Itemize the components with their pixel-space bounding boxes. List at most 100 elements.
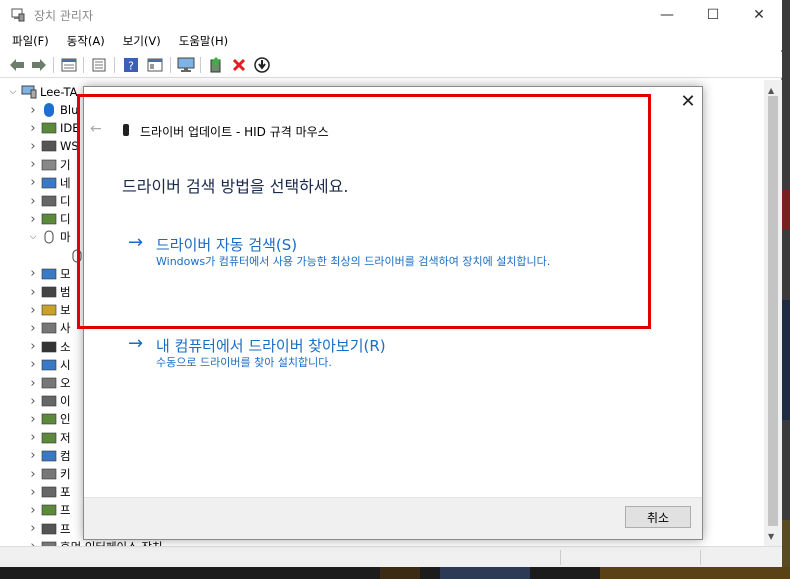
tree-item[interactable]: › 사 [28, 319, 70, 337]
expand-arrow-icon[interactable]: › [28, 448, 38, 463]
menu-file[interactable]: 파일(F) [0, 30, 55, 50]
collapse-arrow-icon[interactable]: ⌵ [28, 232, 38, 242]
expand-arrow-icon[interactable]: › [28, 503, 38, 518]
tree-item[interactable]: › Blu [28, 101, 78, 119]
expand-arrow-icon[interactable]: › [28, 285, 38, 300]
cancel-button[interactable]: 취소 [625, 506, 691, 528]
expand-arrow-icon[interactable]: › [28, 157, 38, 172]
mouse-icon [44, 230, 54, 244]
uninstall-button[interactable] [230, 56, 248, 74]
tree-item[interactable]: › 컴 [28, 447, 70, 465]
tree-item-label: IDE [60, 121, 80, 136]
tree-item[interactable]: › 프 [28, 520, 70, 538]
back-button[interactable] [8, 56, 26, 74]
expand-arrow-icon[interactable]: › [28, 539, 38, 546]
tree-item-label: 네 [60, 175, 71, 190]
window-title: 장치 관리자 [34, 9, 94, 23]
view-button[interactable] [146, 56, 164, 74]
expand-arrow-icon[interactable]: › [28, 175, 38, 190]
keyboard-icon [41, 468, 57, 480]
tree-root-label: Lee-TA [40, 85, 78, 99]
tree-item[interactable]: › 소 [28, 338, 70, 356]
scroll-down-icon[interactable]: ▼ [768, 532, 774, 541]
expand-arrow-icon[interactable]: › [28, 394, 38, 409]
toolbar: ? [0, 52, 782, 78]
tree-item[interactable]: › 디 [28, 210, 70, 228]
tree-root[interactable]: ⌵ Lee-TA [8, 83, 78, 101]
expand-arrow-icon[interactable]: › [28, 376, 38, 391]
monitor-icon [41, 268, 57, 280]
bluetooth-icon [44, 103, 54, 117]
close-button[interactable]: ✕ [736, 0, 782, 30]
expand-arrow-icon[interactable]: › [28, 357, 38, 372]
tree-item[interactable]: › IDE [28, 119, 80, 137]
expand-arrow-icon[interactable]: › [28, 430, 38, 445]
expand-arrow-icon[interactable]: › [28, 412, 38, 427]
expand-arrow-icon[interactable]: › [28, 212, 38, 227]
tree-item[interactable]: › 키 [28, 465, 70, 483]
expand-arrow-icon[interactable]: › [28, 521, 38, 536]
security-device-icon [41, 304, 57, 316]
scroll-thumb[interactable] [768, 96, 778, 526]
expand-arrow-icon[interactable]: › [28, 321, 38, 336]
dialog-close-button[interactable]: ✕ [678, 93, 698, 113]
expand-arrow-icon[interactable]: › [28, 467, 38, 482]
auto-search-label[interactable]: 드라이버 자동 검색(S) [156, 234, 297, 255]
properties-button[interactable] [60, 56, 78, 74]
tree-item[interactable]: › 시 [28, 356, 71, 374]
tree-item[interactable]: › 모 [28, 265, 70, 283]
unknown-device-icon [41, 159, 57, 170]
device-manager-icon [11, 8, 25, 22]
collapse-arrow-icon[interactable]: ⌵ [8, 87, 18, 97]
tree-item[interactable]: › 저 [28, 429, 71, 447]
svg-text:?: ? [128, 60, 134, 73]
window-view-icon [147, 58, 163, 72]
browse-computer-label[interactable]: 내 컴퓨터에서 드라이버 찾아보기(R) [156, 335, 386, 356]
update-driver-icon [210, 57, 221, 73]
disk-drive-icon [41, 195, 57, 207]
minimize-button[interactable]: — [644, 0, 690, 30]
tree-item[interactable]: › 이 [28, 392, 70, 410]
menu-bar: 파일(F) 동작(A) 보기(V) 도움말(H) [0, 30, 782, 50]
tree-item-label: 범 [60, 285, 71, 299]
disable-device-button[interactable] [253, 56, 271, 74]
tree-item[interactable]: › 네 [28, 174, 71, 192]
menu-action[interactable]: 동작(A) [55, 30, 111, 50]
tree-item[interactable]: › 인 [28, 410, 71, 428]
vertical-scrollbar[interactable]: ▲ ▼ [764, 80, 782, 546]
menu-view[interactable]: 보기(V) [111, 30, 167, 50]
tree-item-label: 인 [60, 412, 71, 427]
tree-item[interactable]: › 범 [28, 283, 71, 301]
menu-help[interactable]: 도움말(H) [167, 30, 234, 50]
tree-item[interactable]: › WS [28, 137, 78, 155]
title-bar[interactable]: 장치 관리자 — ☐ ✕ [0, 0, 782, 30]
help-button[interactable]: ? [122, 56, 140, 74]
list-view-button[interactable] [90, 56, 108, 74]
tree-item[interactable]: › 보 [28, 301, 70, 319]
expand-arrow-icon[interactable]: › [28, 121, 38, 136]
expand-arrow-icon[interactable]: › [28, 194, 38, 209]
maximize-button[interactable]: ☐ [690, 0, 736, 30]
tree-item[interactable]: › 기 [28, 156, 70, 174]
update-driver-button[interactable] [207, 56, 225, 74]
expand-arrow-icon[interactable]: › [28, 339, 38, 354]
tree-item-label: 저 [60, 430, 71, 445]
tree-item[interactable]: › 오 [28, 374, 70, 392]
tree-item[interactable]: › 프 [28, 501, 70, 519]
forward-button[interactable] [30, 56, 48, 74]
computer-icon [41, 450, 57, 462]
tree-item[interactable]: › 디 [28, 192, 70, 210]
desktop-segment [380, 567, 420, 579]
audio-io-icon [41, 377, 57, 389]
system-device-icon [41, 359, 57, 371]
scan-hardware-button[interactable] [177, 56, 195, 74]
expand-arrow-icon[interactable]: › [28, 103, 38, 118]
tree-item[interactable]: ⌵ 마 [28, 228, 71, 246]
expand-arrow-icon[interactable]: › [28, 485, 38, 500]
tree-item-label: 시 [60, 357, 71, 372]
expand-arrow-icon[interactable]: › [28, 266, 38, 281]
expand-arrow-icon[interactable]: › [28, 139, 38, 154]
scroll-up-icon[interactable]: ▲ [768, 86, 774, 95]
expand-arrow-icon[interactable]: › [28, 303, 38, 318]
tree-item[interactable]: › 포 [28, 483, 70, 501]
